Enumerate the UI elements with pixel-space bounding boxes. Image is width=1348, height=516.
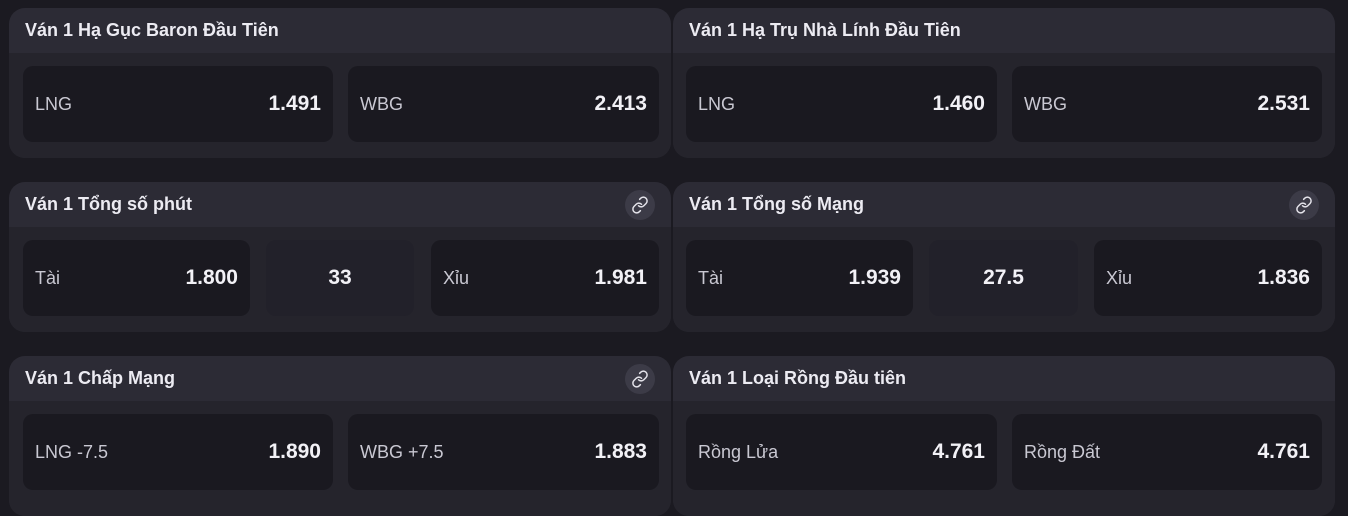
market-card: Ván 1 Hạ Trụ Nhà Lính Đầu Tiên LNG 1.460… — [673, 8, 1335, 158]
market-title: Ván 1 Hạ Trụ Nhà Lính Đầu Tiên — [689, 20, 961, 40]
option-odds: 1.890 — [268, 440, 321, 463]
market-card: Ván 1 Tổng số Mạng Tài 1.939 27.5 Xỉu 1.… — [673, 182, 1335, 332]
option-label: Rồng Đất — [1024, 441, 1101, 462]
link-icon[interactable] — [625, 363, 655, 394]
line-value-box: 33 — [266, 240, 414, 316]
market-options: LNG 1.460 WBG 2.531 — [673, 53, 1335, 158]
option-odds: 4.761 — [1257, 440, 1310, 463]
option-odds: 2.531 — [1257, 92, 1310, 115]
odds-button[interactable]: Xỉu 1.981 — [431, 240, 659, 316]
market-options: Tài 1.939 27.5 Xỉu 1.836 — [673, 227, 1335, 332]
option-label: WBG — [1024, 93, 1067, 114]
option-label: LNG -7.5 — [35, 441, 109, 462]
market-options: LNG 1.491 WBG 2.413 — [9, 53, 671, 158]
market-title: Ván 1 Chấp Mạng — [25, 368, 176, 388]
market-title: Ván 1 Hạ Gục Baron Đầu Tiên — [25, 20, 279, 40]
market-title: Ván 1 Loại Rồng Đầu tiên — [689, 368, 907, 388]
option-label: WBG — [360, 93, 403, 114]
option-label: WBG +7.5 — [360, 441, 444, 462]
market-header: Ván 1 Chấp Mạng — [9, 356, 671, 401]
option-label: Rồng Lửa — [698, 441, 779, 462]
option-label: LNG — [698, 93, 736, 114]
market-options: Rồng Lửa 4.761 Rồng Đất 4.761 — [673, 401, 1335, 516]
option-odds: 1.939 — [848, 266, 901, 289]
odds-button[interactable]: Tài 1.800 — [23, 240, 250, 316]
market-card: Ván 1 Hạ Gục Baron Đầu Tiên LNG 1.491 WB… — [9, 8, 671, 158]
option-odds: 4.761 — [932, 440, 985, 463]
market-card: Ván 1 Tổng số phút Tài 1.800 33 Xỉu 1.98… — [9, 182, 671, 332]
option-odds: 1.491 — [268, 92, 321, 115]
option-label: Xỉu — [1106, 267, 1133, 288]
line-value-box: 27.5 — [929, 240, 1078, 316]
option-label: Tài — [698, 267, 724, 288]
odds-button[interactable]: Rồng Đất 4.761 — [1012, 414, 1322, 490]
market-header: Ván 1 Hạ Gục Baron Đầu Tiên — [9, 8, 671, 53]
market-header: Ván 1 Tổng số Mạng — [673, 182, 1335, 227]
odds-button[interactable]: Xỉu 1.836 — [1094, 240, 1322, 316]
odds-button[interactable]: LNG -7.5 1.890 — [23, 414, 333, 490]
option-odds: 2.413 — [594, 92, 647, 115]
odds-button[interactable]: WBG 2.531 — [1012, 66, 1322, 142]
option-odds: 1.836 — [1257, 266, 1310, 289]
line-value: 27.5 — [983, 266, 1024, 289]
market-header: Ván 1 Loại Rồng Đầu tiên — [673, 356, 1335, 401]
option-label: Tài — [35, 267, 61, 288]
odds-button[interactable]: WBG +7.5 1.883 — [348, 414, 659, 490]
market-card: Ván 1 Chấp Mạng LNG -7.5 1.890 WBG +7.5 … — [9, 356, 671, 516]
link-icon[interactable] — [1289, 189, 1319, 220]
odds-button[interactable]: Tài 1.939 — [686, 240, 913, 316]
line-value: 33 — [328, 266, 352, 289]
link-icon[interactable] — [625, 189, 655, 220]
option-label: Xỉu — [443, 267, 470, 288]
odds-button[interactable]: WBG 2.413 — [348, 66, 659, 142]
market-header: Ván 1 Tổng số phút — [9, 182, 671, 227]
option-odds: 1.800 — [185, 266, 238, 289]
market-options: Tài 1.800 33 Xỉu 1.981 — [9, 227, 671, 332]
market-title: Ván 1 Tổng số Mạng — [689, 194, 865, 214]
option-label: LNG — [35, 93, 73, 114]
market-header: Ván 1 Hạ Trụ Nhà Lính Đầu Tiên — [673, 8, 1335, 53]
odds-button[interactable]: LNG 1.460 — [686, 66, 997, 142]
option-odds: 1.883 — [594, 440, 647, 463]
market-options: LNG -7.5 1.890 WBG +7.5 1.883 — [9, 401, 671, 516]
odds-button[interactable]: LNG 1.491 — [23, 66, 333, 142]
market-card: Ván 1 Loại Rồng Đầu tiên Rồng Lửa 4.761 … — [673, 356, 1335, 516]
market-title: Ván 1 Tổng số phút — [25, 194, 192, 214]
option-odds: 1.981 — [594, 266, 647, 289]
odds-button[interactable]: Rồng Lửa 4.761 — [686, 414, 997, 490]
option-odds: 1.460 — [932, 92, 985, 115]
